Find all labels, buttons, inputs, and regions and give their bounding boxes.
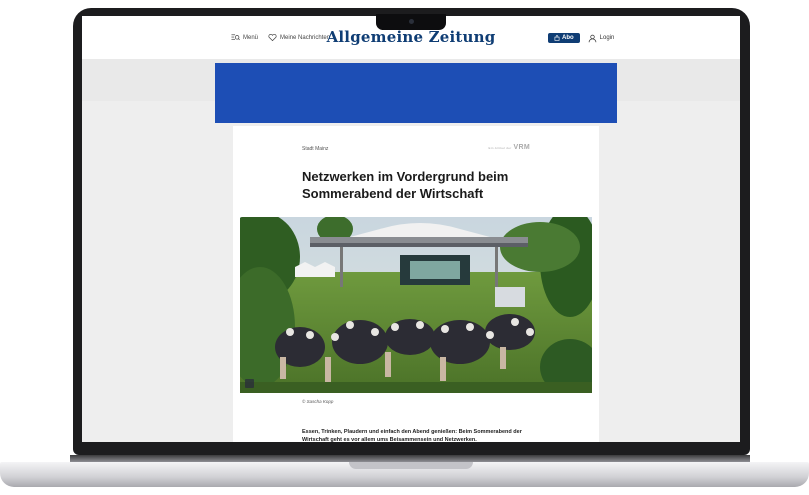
vrm-brand-name: VRM bbox=[513, 144, 530, 151]
browser-screen: Menü Meine Nachrichten Allgemeine Zeitun… bbox=[82, 16, 740, 442]
article-photo[interactable] bbox=[240, 217, 592, 393]
article-card: Stadt Mainz Ein Artikel der VRM Netzwerke… bbox=[233, 126, 599, 442]
vrm-brand-prefix: Ein Artikel der bbox=[488, 146, 512, 150]
site-logo[interactable]: Allgemeine Zeitung bbox=[82, 28, 740, 46]
camera-icon bbox=[409, 19, 414, 24]
login-label: Login bbox=[599, 35, 615, 41]
login-button[interactable]: Login bbox=[588, 34, 615, 43]
camera-notch bbox=[376, 14, 446, 30]
abo-button[interactable]: Abo bbox=[548, 33, 580, 43]
header-nav-right: Abo Login bbox=[548, 33, 614, 43]
event-photo-illustration bbox=[240, 217, 592, 393]
vrm-brand: Ein Artikel der VRM bbox=[489, 144, 530, 151]
laptop-thumb-notch bbox=[349, 462, 473, 469]
gallery-icon[interactable] bbox=[245, 379, 254, 388]
photo-credit: © Sascha Kopp bbox=[302, 399, 334, 404]
abo-label: Abo bbox=[562, 35, 574, 41]
article-teaser: Essen, Trinken, Plaudern und einfach den… bbox=[302, 428, 522, 443]
article-kicker[interactable]: Stadt Mainz bbox=[302, 146, 328, 152]
ad-banner[interactable] bbox=[215, 63, 617, 123]
article-headline: Netzwerken im Vordergrund beim Sommerabe… bbox=[302, 168, 509, 201]
user-icon bbox=[588, 34, 596, 42]
bag-icon bbox=[554, 35, 560, 41]
